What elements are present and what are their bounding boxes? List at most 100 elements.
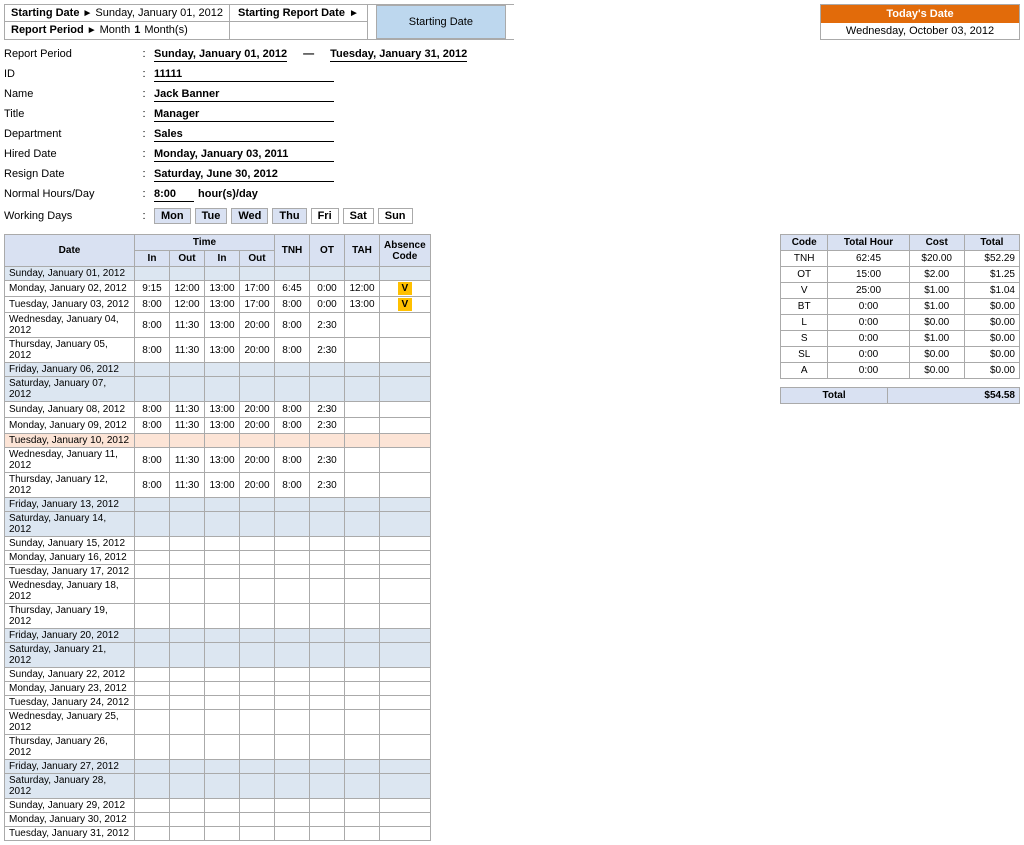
summary-cost: $0.00: [909, 315, 964, 331]
cell-tah: [345, 473, 380, 498]
day-sat: Sat: [343, 208, 374, 224]
summary-cost: $2.00: [909, 267, 964, 283]
table-row: Sunday, January 29, 2012: [5, 799, 431, 813]
working-days-row: Working Days : Mon Tue Wed Thu Fri Sat S…: [4, 208, 1020, 226]
cell-tnh: [275, 629, 310, 643]
cell-in2: 13:00: [205, 402, 240, 418]
normal-hours-value: 8:00: [154, 188, 194, 202]
name-value: Jack Banner: [154, 88, 334, 102]
cell-tah: [345, 448, 380, 473]
report-date-arrow: ►: [349, 8, 359, 19]
cell-in1: [135, 498, 170, 512]
cell-absence: [380, 735, 431, 760]
cell-absence: [380, 774, 431, 799]
cell-ot: [310, 710, 345, 735]
total-value: $54.58: [888, 388, 1020, 404]
summary-total: $1.25: [964, 267, 1019, 283]
cell-in1: 8:00: [135, 418, 170, 434]
summary-total-hour: 0:00: [828, 299, 909, 315]
cell-ot: [310, 682, 345, 696]
summary-code: BT: [781, 299, 828, 315]
report-period-end: Tuesday, January 31, 2012: [330, 48, 467, 62]
cell-in1: [135, 565, 170, 579]
summary-total: $0.00: [964, 363, 1019, 379]
cell-ot: [310, 537, 345, 551]
cell-in2: [205, 267, 240, 281]
cell-ot: [310, 604, 345, 629]
summary-th-total: Total: [964, 235, 1019, 251]
cell-out1: [170, 774, 205, 799]
cell-date: Sunday, January 22, 2012: [5, 668, 135, 682]
summary-row: V 25:00 $1.00 $1.04: [781, 283, 1020, 299]
cell-tah: [345, 668, 380, 682]
cell-tnh: 8:00: [275, 418, 310, 434]
cell-out1: [170, 434, 205, 448]
cell-out2: 17:00: [240, 297, 275, 313]
starting-date-value: Sunday, January 01, 2012: [95, 7, 223, 19]
summary-row: TNH 62:45 $20.00 $52.29: [781, 251, 1020, 267]
cell-ot: [310, 377, 345, 402]
cell-out1: [170, 799, 205, 813]
cell-in2: [205, 827, 240, 841]
cell-tah: [345, 267, 380, 281]
cell-out2: 20:00: [240, 448, 275, 473]
table-row: Wednesday, January 18, 2012: [5, 579, 431, 604]
cell-in1: 8:00: [135, 402, 170, 418]
cell-ot: [310, 813, 345, 827]
cell-absence: [380, 267, 431, 281]
cell-ot: 2:30: [310, 448, 345, 473]
cell-in2: 13:00: [205, 281, 240, 297]
cell-ot: [310, 551, 345, 565]
cell-absence: [380, 710, 431, 735]
cell-in1: [135, 434, 170, 448]
cell-out2: 20:00: [240, 313, 275, 338]
id-colon: :: [134, 68, 154, 80]
cell-out2: [240, 363, 275, 377]
table-row: Friday, January 13, 2012: [5, 498, 431, 512]
cell-out2: [240, 579, 275, 604]
cell-in1: [135, 604, 170, 629]
cell-date: Sunday, January 01, 2012: [5, 267, 135, 281]
cell-ot: [310, 760, 345, 774]
cell-out2: [240, 710, 275, 735]
total-table: Total $54.58: [780, 387, 1020, 404]
cell-tah: [345, 774, 380, 799]
table-row: Saturday, January 07, 2012: [5, 377, 431, 402]
cell-ot: [310, 363, 345, 377]
cell-date: Sunday, January 15, 2012: [5, 537, 135, 551]
todays-date-value: Wednesday, October 03, 2012: [821, 23, 1019, 39]
cell-date: Wednesday, January 04, 2012: [5, 313, 135, 338]
table-row: Tuesday, January 03, 2012 8:00 12:00 13:…: [5, 297, 431, 313]
cell-tnh: [275, 267, 310, 281]
cell-in1: [135, 710, 170, 735]
table-row: Thursday, January 19, 2012: [5, 604, 431, 629]
cell-date: Saturday, January 14, 2012: [5, 512, 135, 537]
cell-out1: [170, 377, 205, 402]
report-period-info-row: Report Period : Sunday, January 01, 2012…: [4, 48, 1020, 66]
th-tah: TAH: [345, 235, 380, 267]
starting-report-date-row: Starting Report Date ►: [230, 5, 367, 22]
table-row: Sunday, January 08, 2012 8:00 11:30 13:0…: [5, 402, 431, 418]
summary-th-code: Code: [781, 235, 828, 251]
normal-hours-row: Normal Hours/Day : 8:00 hour(s)/day: [4, 188, 1020, 206]
cell-in2: 13:00: [205, 338, 240, 363]
summary-table: Code Total Hour Cost Total TNH 62:45 $20…: [780, 234, 1020, 379]
cell-out1: [170, 498, 205, 512]
cell-tnh: 8:00: [275, 338, 310, 363]
id-label: ID: [4, 68, 134, 80]
cell-in1: [135, 267, 170, 281]
cell-in1: [135, 813, 170, 827]
cell-out1: 11:30: [170, 313, 205, 338]
cell-tah: [345, 363, 380, 377]
name-label: Name: [4, 88, 134, 100]
resign-date-label: Resign Date: [4, 168, 134, 180]
cell-ot: 2:30: [310, 473, 345, 498]
cell-date: Thursday, January 26, 2012: [5, 735, 135, 760]
cell-in1: [135, 643, 170, 668]
summary-total-hour: 62:45: [828, 251, 909, 267]
summary-total-hour: 0:00: [828, 331, 909, 347]
starting-date-input[interactable]: Starting Date: [376, 5, 506, 39]
table-row: Tuesday, January 17, 2012: [5, 565, 431, 579]
cell-in2: [205, 565, 240, 579]
cell-tah: [345, 629, 380, 643]
